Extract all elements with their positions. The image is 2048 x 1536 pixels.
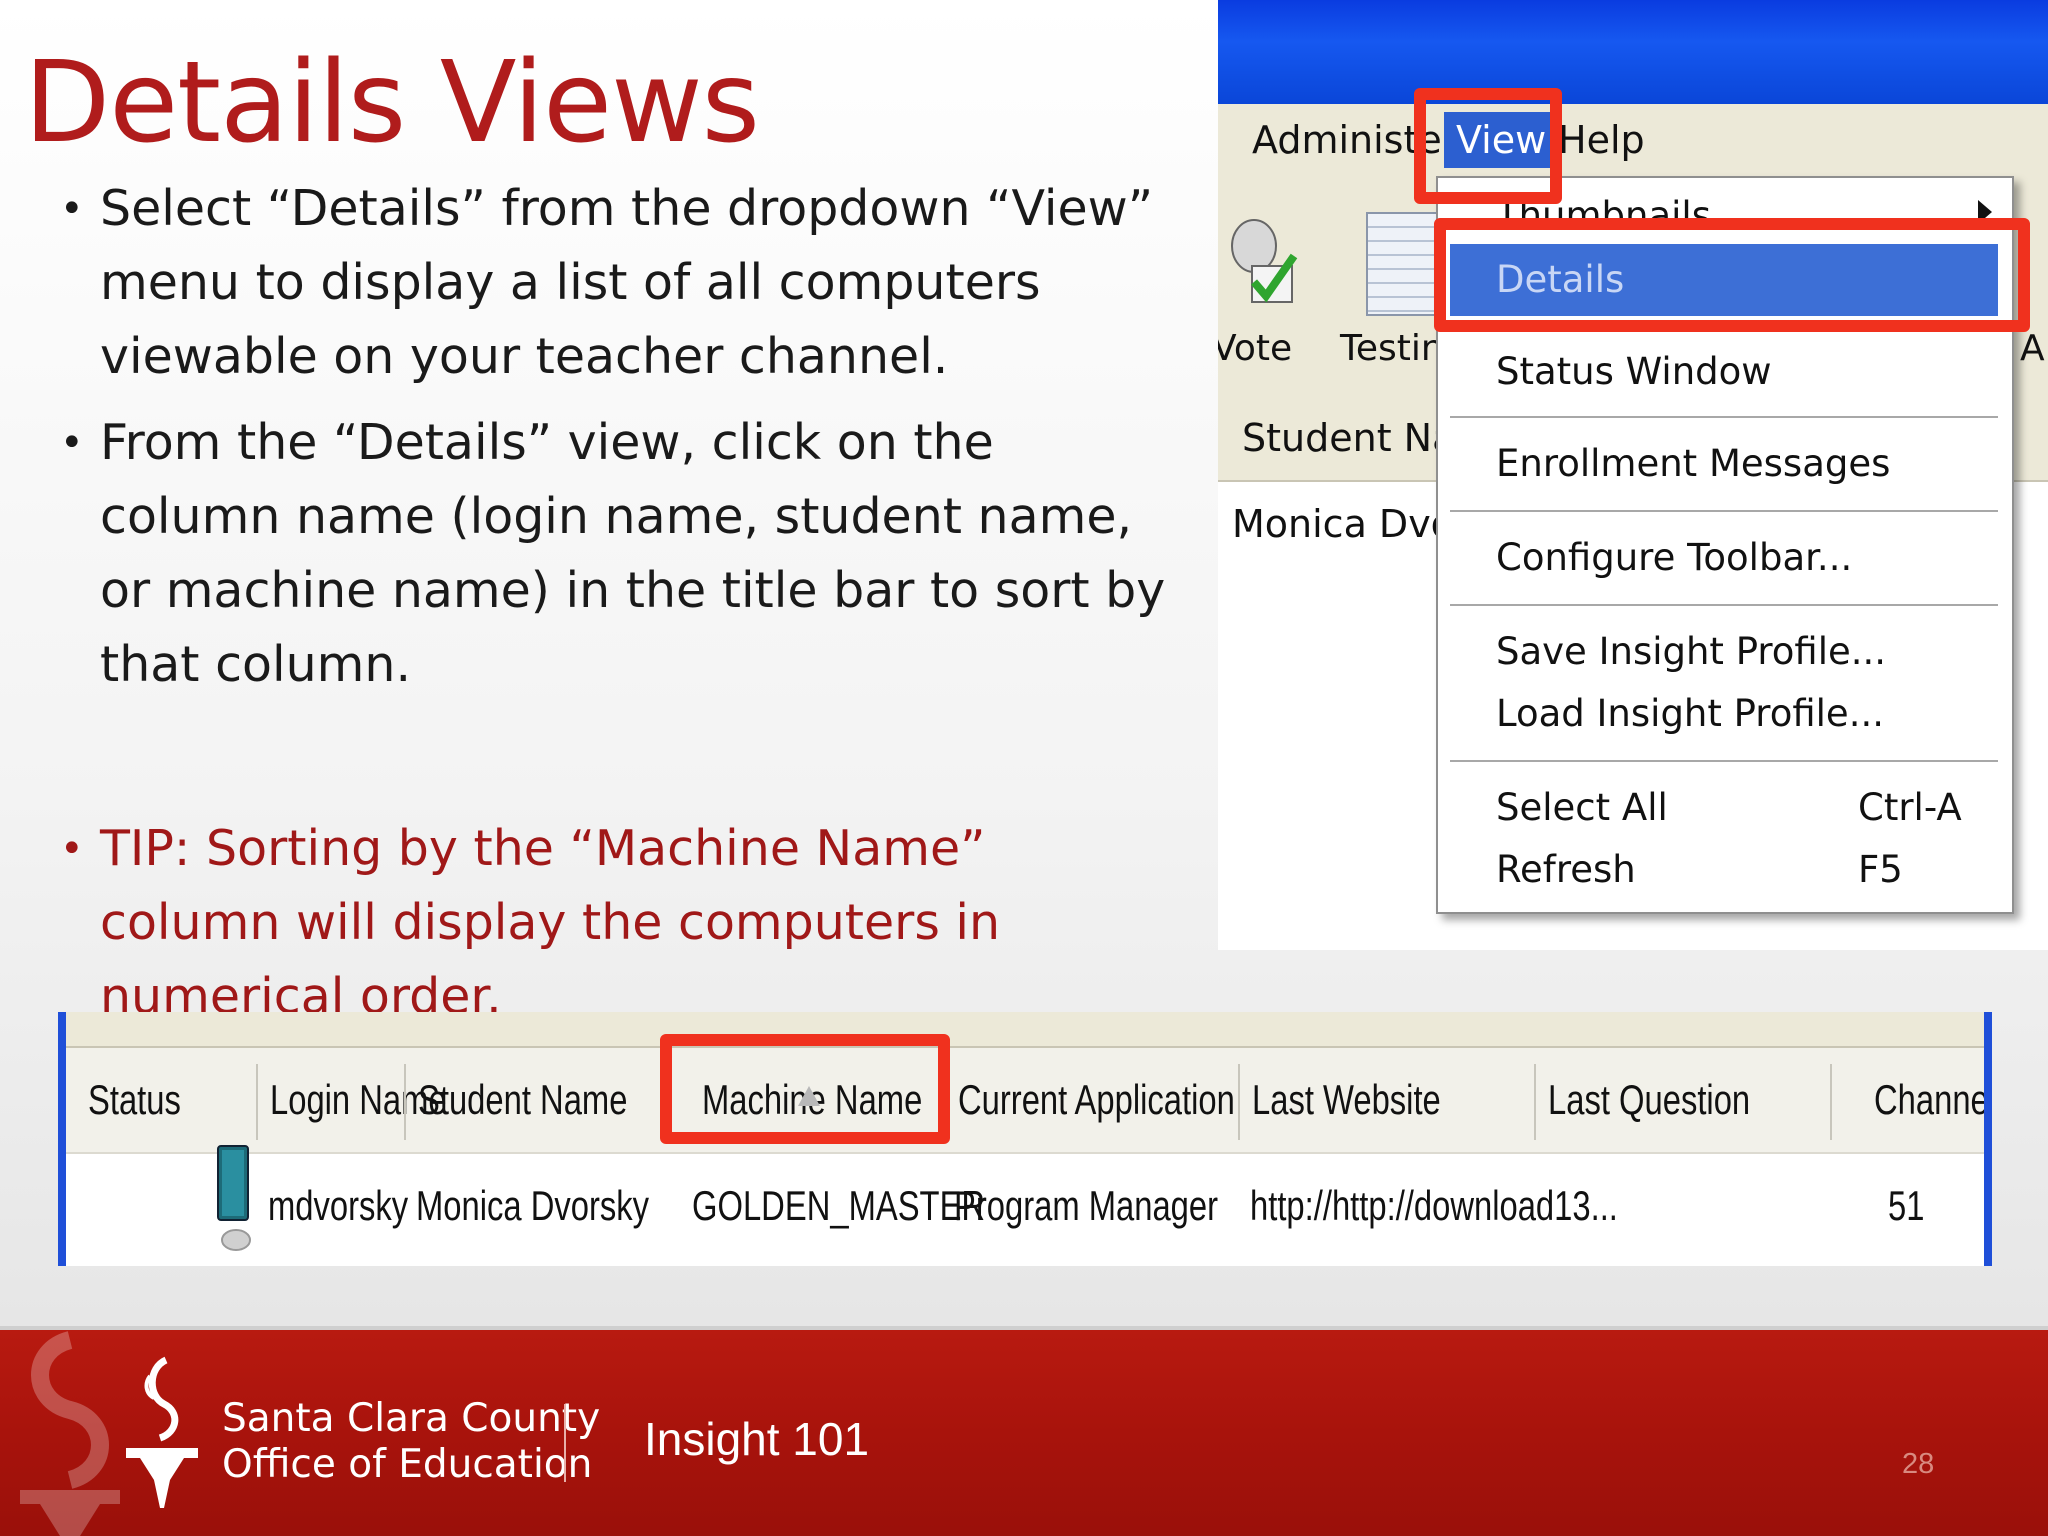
computer-icon [217,1145,251,1251]
menu-separator [1450,760,1998,762]
table-header: Status Login Name Student Name Machine N… [66,1048,1984,1154]
org-name-line2: Office of Education [222,1442,593,1487]
vote-icon[interactable] [1224,216,1302,306]
column-separator [1238,1064,1240,1140]
menu-item-select-all[interactable]: Select All [1496,786,1668,829]
vote-label: Vote [1218,328,1293,369]
menu-separator [1450,604,1998,606]
cell-student: Monica Dvorsky [416,1182,650,1229]
watermark-logo-icon [20,1331,120,1536]
menu-item-save-profile[interactable]: Save Insight Profile... [1496,630,1886,673]
column-student-name[interactable]: Student Name [418,1076,627,1124]
all-label: All [2020,328,2048,369]
column-separator [1534,1064,1536,1140]
bullet-tip: TIP: Sorting by the “Machine Name” colum… [60,812,1180,1034]
course-name: Insight 101 [644,1413,870,1465]
table-top-bar [66,1012,1984,1048]
page-number: 28 [1902,1448,1935,1480]
column-separator [256,1064,258,1140]
torch-logo-icon [126,1356,198,1508]
cell-website: http://http://download13... [1250,1182,1618,1229]
cell-application: Program Manager [954,1182,1219,1229]
footer-separator [564,1404,566,1482]
column-current-application[interactable]: Current Application [958,1076,1235,1124]
menubar: Administer View Help [1218,104,2048,177]
menu-item-status-window[interactable]: Status Window [1496,350,1772,393]
details-item-highlight [1434,218,2030,332]
select-all-shortcut: Ctrl-A [1858,786,1962,829]
window-titlebar [1218,0,2048,104]
column-channel[interactable]: Channel [1874,1076,1984,1124]
menu-separator [1450,416,1998,418]
org-name-line1: Santa Clara County [222,1396,601,1441]
testing-label: Testin [1340,328,1444,369]
view-menu-highlight [1414,88,1562,204]
column-last-question[interactable]: Last Question [1548,1076,1750,1124]
bullet-list: Select “Details” from the dropdown “View… [60,172,1180,1034]
bullet-sort-column: From the “Details” view, click on the co… [60,406,1180,702]
refresh-shortcut: F5 [1858,848,1903,891]
details-table-screenshot: Status Login Name Student Name Machine N… [58,1012,1992,1266]
menu-help[interactable]: Help [1558,118,1645,162]
column-separator [1830,1064,1832,1140]
machine-name-highlight [660,1034,950,1144]
menu-separator [1450,510,1998,512]
cell-machine: GOLDEN_MASTER [692,1182,986,1229]
column-status[interactable]: Status [88,1076,181,1124]
menu-item-enrollment-messages[interactable]: Enrollment Messages [1496,442,1890,485]
cell-channel: 51 [1888,1182,1925,1229]
column-last-website[interactable]: Last Website [1252,1076,1441,1124]
slide-title: Details Views [24,38,760,168]
menu-item-configure-toolbar[interactable]: Configure Toolbar... [1496,536,1852,579]
menu-item-refresh[interactable]: Refresh [1496,848,1636,891]
menu-item-load-profile[interactable]: Load Insight Profile... [1496,692,1884,735]
bullet-details-menu: Select “Details” from the dropdown “View… [60,172,1180,394]
cell-login: mdvorsky [268,1182,409,1229]
column-separator [404,1064,406,1140]
